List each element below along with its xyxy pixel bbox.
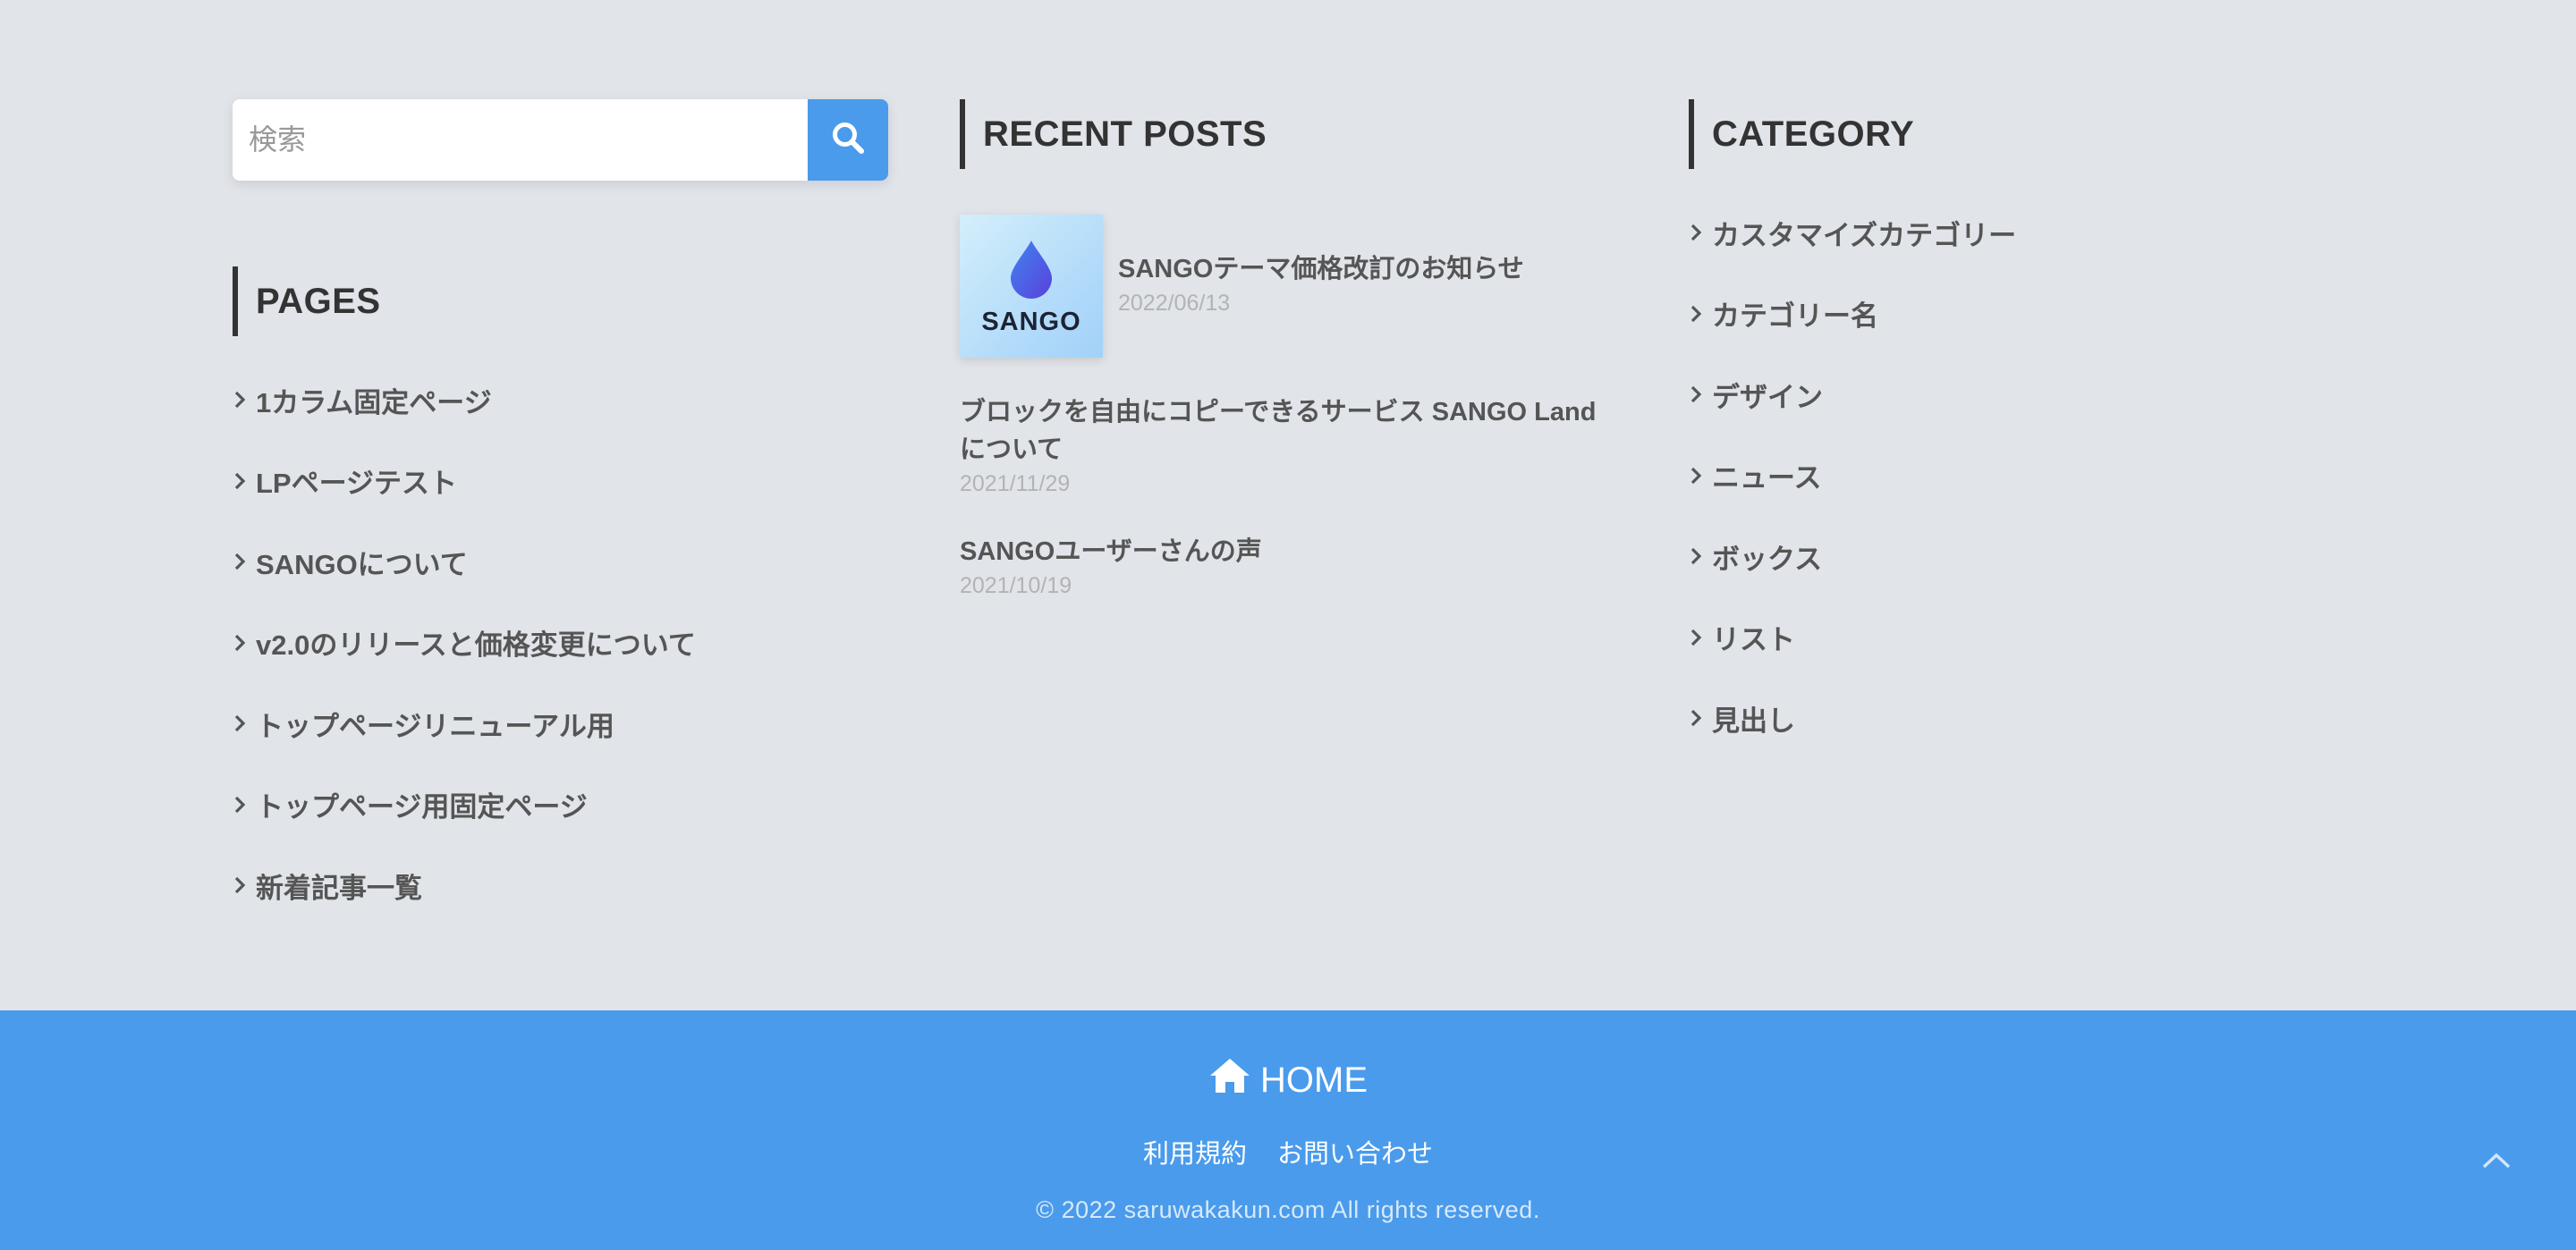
post-title[interactable]: SANGOユーザーさんの声 bbox=[960, 533, 1615, 570]
chevron-right-icon bbox=[233, 795, 256, 815]
water-drop-icon bbox=[1007, 239, 1055, 304]
page-link-label: v2.0のリリースと価格変更について bbox=[256, 629, 696, 662]
post-date: 2021/10/19 bbox=[960, 573, 1072, 598]
chevron-right-icon bbox=[233, 471, 256, 491]
post-thumbnail-logo-text: SANGO bbox=[981, 308, 1081, 336]
home-icon bbox=[1208, 1057, 1260, 1103]
contact-link[interactable]: お問い合わせ bbox=[1277, 1133, 1433, 1170]
category-link-6[interactable]: リスト bbox=[1689, 597, 2016, 679]
chevron-right-icon bbox=[1689, 546, 1712, 566]
chevron-right-icon bbox=[1689, 708, 1712, 728]
footer-links: 利用規約 お問い合わせ bbox=[0, 1133, 2576, 1170]
category-link-label: リスト bbox=[1712, 624, 1795, 656]
search-form bbox=[233, 99, 888, 181]
chevron-right-icon bbox=[1689, 384, 1712, 404]
page-link-label: トップページ用固定ページ bbox=[256, 791, 588, 823]
page-link-label: トップページリニューアル用 bbox=[256, 710, 614, 742]
post-title-line: ブロックを自由にコピーできるサービス SANGO Land bbox=[960, 398, 1597, 427]
page-link-label: LPページテスト bbox=[256, 468, 457, 500]
category-link-label: デザイン bbox=[1712, 381, 1823, 413]
post-title[interactable]: SANGOテーマ価格改訂のお知らせ bbox=[1118, 250, 1524, 288]
chevron-right-icon bbox=[233, 714, 256, 733]
page-link-2[interactable]: LPページテスト bbox=[233, 441, 696, 522]
chevron-right-icon bbox=[233, 875, 256, 895]
page-link-label: SANGOについて bbox=[256, 548, 468, 580]
post-date: 2021/11/29 bbox=[960, 471, 1071, 496]
category-link-5[interactable]: ボックス bbox=[1689, 516, 2016, 597]
chevron-right-icon bbox=[233, 552, 256, 571]
search-icon bbox=[830, 120, 866, 160]
category-link-label: 見出し bbox=[1712, 705, 1795, 737]
chevron-right-icon bbox=[233, 633, 256, 653]
category-widget-title: CATEGORY bbox=[1689, 99, 1914, 169]
chevron-right-icon bbox=[1689, 628, 1712, 647]
site-footer: HOME 利用規約 お問い合わせ © 2022 saruwakakun.com … bbox=[0, 1010, 2576, 1250]
page-link-label: 新着記事一覧 bbox=[256, 872, 422, 904]
category-list: カスタマイズカテゴリー カテゴリー名 デザイン ニュース ボックス リスト 見出… bbox=[1689, 192, 2016, 759]
page-link-1[interactable]: 1カラム固定ページ bbox=[233, 359, 696, 441]
category-link-1[interactable]: カスタマイズカテゴリー bbox=[1689, 192, 2016, 274]
chevron-right-icon bbox=[233, 390, 256, 410]
pages-list: 1カラム固定ページ LPページテスト SANGOについて v2.0のリリースと価… bbox=[233, 359, 696, 926]
back-to-top-button[interactable] bbox=[2474, 1140, 2519, 1185]
footer-home-link[interactable]: HOME bbox=[0, 1057, 2576, 1103]
chevron-right-icon bbox=[1689, 466, 1712, 486]
terms-link[interactable]: 利用規約 bbox=[1143, 1133, 1247, 1170]
category-link-4[interactable]: ニュース bbox=[1689, 435, 2016, 517]
category-link-2[interactable]: カテゴリー名 bbox=[1689, 274, 2016, 355]
category-link-7[interactable]: 見出し bbox=[1689, 678, 2016, 759]
post-date: 2022/06/13 bbox=[1118, 291, 1231, 316]
chevron-up-icon bbox=[2481, 1152, 2512, 1174]
page-link-6[interactable]: トップページ用固定ページ bbox=[233, 764, 696, 846]
copyright-text: © 2022 saruwakakun.com All rights reserv… bbox=[1036, 1196, 1540, 1223]
recent-posts-widget-title: RECENT POSTS bbox=[960, 99, 1267, 169]
category-link-label: カテゴリー名 bbox=[1712, 300, 1878, 333]
category-link-label: ボックス bbox=[1712, 543, 1823, 575]
page-link-5[interactable]: トップページリニューアル用 bbox=[233, 683, 696, 764]
search-button[interactable] bbox=[808, 99, 888, 181]
recent-post-item[interactable]: ブロックを自由にコピーできるサービス SANGO Land について 2021/… bbox=[960, 393, 1615, 499]
chevron-right-icon bbox=[1689, 223, 1712, 242]
home-link-label: HOME bbox=[1260, 1060, 1368, 1100]
footer-widgets: PAGES 1カラム固定ページ LPページテスト SANGOについて v2.0の… bbox=[0, 0, 2576, 1010]
recent-post-item[interactable]: SANGOユーザーさんの声 2021/10/19 bbox=[960, 533, 1615, 601]
chevron-right-icon bbox=[1689, 304, 1712, 324]
post-title-line: について bbox=[960, 435, 1063, 464]
post-meta: SANGOテーマ価格改訂のお知らせ 2022/06/13 bbox=[1118, 250, 1524, 358]
page-link-label: 1カラム固定ページ bbox=[256, 386, 492, 418]
page-link-7[interactable]: 新着記事一覧 bbox=[233, 845, 696, 926]
page-link-3[interactable]: SANGOについて bbox=[233, 521, 696, 603]
pages-widget-title: PAGES bbox=[233, 266, 381, 336]
search-input[interactable] bbox=[233, 99, 808, 181]
category-link-label: ニュース bbox=[1712, 462, 1822, 494]
recent-post-item[interactable]: SANGO SANGOテーマ価格改訂のお知らせ 2022/06/13 bbox=[960, 215, 1524, 358]
category-link-label: カスタマイズカテゴリー bbox=[1712, 219, 2017, 251]
category-link-3[interactable]: デザイン bbox=[1689, 354, 2016, 435]
post-title[interactable]: ブロックを自由にコピーできるサービス SANGO Land について bbox=[960, 393, 1615, 469]
post-thumbnail[interactable]: SANGO bbox=[960, 215, 1103, 358]
page-link-4[interactable]: v2.0のリリースと価格変更について bbox=[233, 603, 696, 684]
